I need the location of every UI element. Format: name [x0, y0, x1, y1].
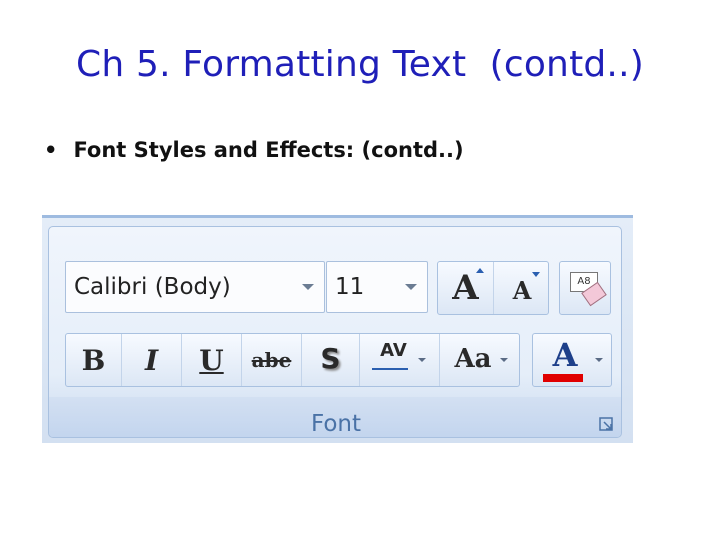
chevron-down-icon	[302, 284, 314, 290]
arrow-down-icon	[532, 272, 540, 277]
strikethrough-icon: abe	[251, 348, 292, 372]
grow-font-icon: A	[452, 268, 479, 308]
arrow-up-icon	[476, 268, 484, 273]
grow-shrink-group: A A	[437, 261, 549, 315]
grow-font-button[interactable]: A	[438, 262, 494, 314]
bold-icon: B	[81, 344, 106, 377]
bullet-item: • Font Styles and Effects: (contd..)	[44, 138, 464, 162]
underline-icon: U	[199, 344, 224, 377]
font-name-value: Calibri (Body)	[74, 274, 231, 300]
dialog-launcher-icon[interactable]	[599, 417, 615, 433]
font-color-swatch	[543, 374, 583, 382]
font-group-frame: Calibri (Body) 11 A A A8 B I U abe S AV …	[48, 226, 622, 438]
italic-icon: I	[144, 344, 159, 377]
strikethrough-button[interactable]: abe	[242, 334, 302, 386]
chevron-down-icon	[405, 284, 417, 290]
font-style-group: B I U abe S AV Aa	[65, 333, 520, 387]
shrink-font-icon: A	[512, 276, 532, 305]
underline-button[interactable]: U	[182, 334, 242, 386]
bullet-dot: •	[44, 138, 58, 162]
double-arrow-icon	[372, 368, 408, 370]
bold-button[interactable]: B	[66, 334, 122, 386]
chevron-down-icon	[418, 358, 426, 362]
group-label: Font	[310, 411, 362, 437]
clear-formatting-button[interactable]: A8	[559, 261, 611, 315]
font-color-icon: A	[552, 336, 578, 374]
chevron-down-icon	[500, 358, 508, 362]
chevron-down-icon	[595, 358, 603, 362]
bullet-text: Font Styles and Effects: (contd..)	[73, 138, 464, 162]
change-case-button[interactable]: Aa	[440, 334, 520, 386]
shrink-font-button[interactable]: A	[494, 262, 550, 314]
slide-title: Ch 5. Formatting Text (contd..)	[76, 44, 644, 85]
italic-button[interactable]: I	[122, 334, 182, 386]
ribbon-font-group: Calibri (Body) 11 A A A8 B I U abe S AV …	[42, 215, 633, 443]
font-size-dropdown[interactable]: 11	[326, 261, 428, 313]
font-size-value: 11	[335, 274, 365, 300]
font-color-button[interactable]: A	[532, 333, 612, 387]
font-name-dropdown[interactable]: Calibri (Body)	[65, 261, 325, 313]
